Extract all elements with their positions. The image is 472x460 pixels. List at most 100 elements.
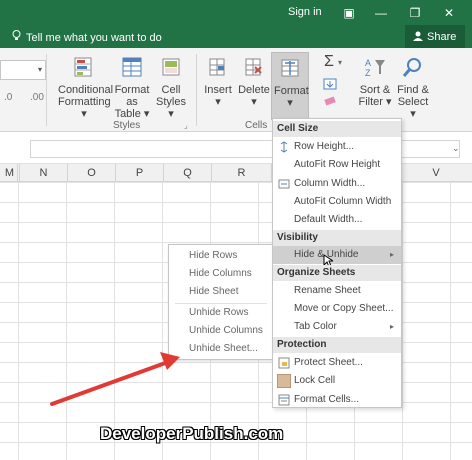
format-cells-icon <box>281 59 299 77</box>
format-cells-label: Format Cells... <box>294 394 360 405</box>
fill-down-icon <box>323 78 337 90</box>
lightbulb-icon <box>12 30 22 44</box>
autofit-column-width-item[interactable]: AutoFit Column Width <box>273 193 401 211</box>
row-height-item[interactable]: Row Height... <box>273 138 401 156</box>
expand-formula-bar-icon[interactable]: ⌄ <box>452 143 460 154</box>
dialog-launcher-icon[interactable]: ⌟ <box>184 121 188 130</box>
share-button[interactable]: Share <box>405 25 465 49</box>
fill-button[interactable] <box>322 78 338 93</box>
delete-label-1: Delete <box>238 84 270 96</box>
tab-color-label: Tab Color <box>294 321 337 332</box>
hide-rows-item[interactable]: Hide Rows <box>169 247 273 265</box>
cells-group-label: Cells <box>245 120 268 131</box>
format-as-table-label-2: Table ▾ <box>114 108 150 120</box>
column-header-o[interactable]: O <box>68 164 116 182</box>
conditional-formatting-label-2: Formatting ▾ <box>58 96 111 120</box>
column-header-n[interactable]: N <box>20 164 68 182</box>
column-header-q[interactable]: Q <box>164 164 212 182</box>
format-as-table-button[interactable]: Format as Table ▾ <box>112 56 152 120</box>
delete-button[interactable]: Delete ▾ <box>238 56 270 108</box>
decimal-icon-2[interactable]: .00 <box>30 92 44 103</box>
sort-filter-icon: AZ <box>365 58 385 78</box>
ribbon-display-icon[interactable]: ▣ <box>340 4 358 22</box>
clear-button[interactable] <box>322 96 338 109</box>
find-select-label-1: Find & <box>397 84 429 96</box>
title-bar: Sign in ▣ — ❐ ✕ <box>0 0 472 26</box>
format-label-2: ▾ <box>287 97 293 109</box>
tell-me-bar: Tell me what you want to do <box>0 26 472 48</box>
protection-header: Protection <box>273 337 401 353</box>
conditional-formatting-label-1: Conditional <box>58 84 114 96</box>
rename-sheet-item[interactable]: Rename Sheet <box>273 282 401 300</box>
svg-text:Z: Z <box>365 68 371 78</box>
restore-icon[interactable]: ❐ <box>406 4 424 22</box>
lock-cell-item[interactable]: Lock Cell <box>273 372 401 390</box>
insert-button[interactable]: Insert ▾ <box>202 56 234 108</box>
sigma-icon: Σ <box>324 53 334 70</box>
hide-columns-item[interactable]: Hide Columns <box>169 265 273 283</box>
share-label: Share <box>427 31 457 43</box>
format-cells-item[interactable]: Format Cells... <box>273 391 401 409</box>
sort-filter-button[interactable]: AZ Sort & Filter ▾ <box>358 56 392 108</box>
conditional-formatting-icon <box>74 57 92 77</box>
column-width-item[interactable]: Column Width... <box>273 175 401 193</box>
hide-unhide-item[interactable]: Hide & Unhide ▸ <box>273 246 401 268</box>
sort-filter-label-2: Filter ▾ <box>358 96 392 108</box>
protect-sheet-item[interactable]: Protect Sheet... <box>273 354 401 372</box>
close-icon[interactable]: ✕ <box>440 4 458 22</box>
submenu-arrow-icon: ▸ <box>389 250 394 259</box>
autosum-button[interactable]: Σ <box>318 54 340 70</box>
hide-sheet-item[interactable]: Hide Sheet <box>169 283 273 301</box>
conditional-formatting-button[interactable]: Conditional Formatting ▾ <box>58 56 114 120</box>
column-header-v[interactable]: V <box>400 164 472 182</box>
delete-cells-icon <box>245 58 262 76</box>
person-icon <box>413 31 423 41</box>
find-select-button[interactable]: Find & Select ▾ <box>396 56 430 120</box>
format-button[interactable]: Format ▾ <box>271 52 309 120</box>
chevron-down-icon[interactable]: ▾ <box>338 58 342 67</box>
cell-styles-icon <box>162 58 180 76</box>
format-dropdown-menu: Cell Size Row Height... AutoFit Row Heig… <box>272 118 402 408</box>
column-width-icon <box>278 179 290 189</box>
find-select-label-2: Select ▾ <box>397 96 429 120</box>
unhide-rows-item[interactable]: Unhide Rows <box>169 304 273 322</box>
autofit-row-height-item[interactable]: AutoFit Row Height <box>273 156 401 174</box>
move-copy-sheet-item[interactable]: Move or Copy Sheet... <box>273 300 401 318</box>
column-header-m[interactable]: M <box>0 164 20 182</box>
insert-cells-icon <box>209 58 225 76</box>
tell-me-text: Tell me what you want to do <box>26 32 162 44</box>
ribbon-separator <box>46 54 47 126</box>
ribbon-separator <box>196 54 197 126</box>
chevron-down-icon[interactable]: ▾ <box>38 65 42 74</box>
visibility-header: Visibility <box>273 230 401 246</box>
font-size-box[interactable]: ▾ <box>0 60 46 80</box>
column-header-r[interactable]: R <box>212 164 272 182</box>
decimal-icon[interactable]: .0 <box>4 92 12 103</box>
cell-styles-button[interactable]: Cell Styles ▾ <box>154 56 188 120</box>
column-header-p[interactable]: P <box>116 164 164 182</box>
submenu-arrow-icon: ▸ <box>389 322 394 331</box>
insert-label-1: Insert <box>204 84 232 96</box>
row-height-icon <box>280 141 288 153</box>
watermark: DeveloperPublish.com <box>100 424 284 443</box>
tab-color-item[interactable]: Tab Color ▸ <box>273 318 401 336</box>
organize-sheets-header: Organize Sheets <box>273 265 401 281</box>
eraser-icon <box>324 96 336 106</box>
row-height-label: Row Height... <box>294 141 355 152</box>
hide-unhide-submenu: Hide Rows Hide Columns Hide Sheet Unhide… <box>168 244 274 360</box>
default-width-item[interactable]: Default Width... <box>273 211 401 229</box>
lock-cell-icon <box>277 374 291 388</box>
sort-filter-label-1: Sort & <box>359 84 391 96</box>
format-cells-dialog-icon <box>278 394 290 406</box>
format-label-1: Format <box>274 85 309 97</box>
unhide-columns-item[interactable]: Unhide Columns <box>169 322 273 340</box>
styles-group-label: Styles <box>113 120 141 131</box>
svg-text:A: A <box>365 58 371 68</box>
unhide-sheet-item[interactable]: Unhide Sheet... <box>169 340 273 358</box>
tell-me-input[interactable]: Tell me what you want to do <box>12 30 162 44</box>
sign-in-link[interactable]: Sign in <box>288 6 322 18</box>
column-width-label: Column Width... <box>294 178 366 189</box>
format-as-table-label-1: Format as <box>114 84 150 108</box>
minimize-icon[interactable]: — <box>372 4 390 22</box>
cell-styles-label-1: Cell <box>161 84 181 96</box>
